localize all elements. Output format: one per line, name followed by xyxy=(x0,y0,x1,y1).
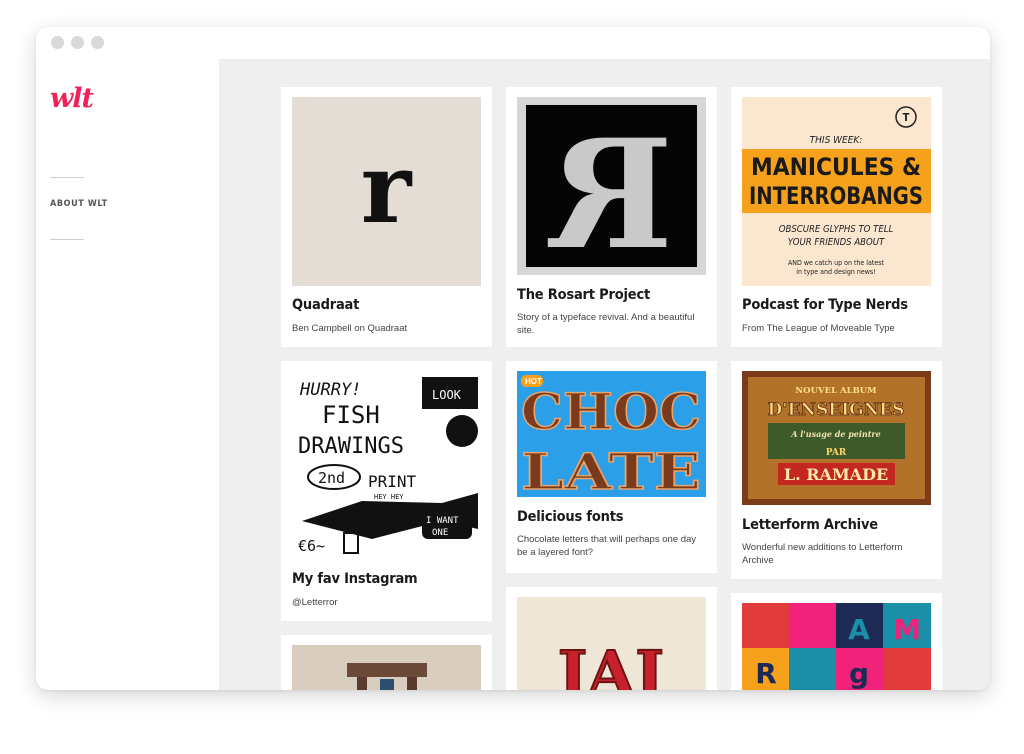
card-description: Chocolate letters that will perhaps one … xyxy=(517,534,697,558)
sidebar: wlt ABOUT WLT xyxy=(36,59,219,690)
window-minimize-dot[interactable] xyxy=(71,36,84,49)
browser-window: wlt ABOUT WLT r Quadraat Ben Campbell on… xyxy=(36,27,990,690)
price-text: €6~ xyxy=(298,537,325,555)
card-thumbnail[interactable]: NOUVEL ALBUM D'ENSEIGNES A l'usage de pe… xyxy=(742,371,931,505)
sub-1: OBSCURE GLYPHS TO TELL xyxy=(779,224,894,235)
card-title[interactable]: Delicious fonts xyxy=(517,509,624,525)
one-text: ONE xyxy=(432,528,448,538)
want-text: I WANT xyxy=(426,516,459,526)
card-title[interactable]: Quadraat xyxy=(292,297,359,313)
headline-1: MANICULES & xyxy=(751,153,921,181)
archive-name: L. RAMADE xyxy=(784,465,888,484)
archive-top: NOUVEL ALBUM xyxy=(795,386,877,396)
window-close-dot[interactable] xyxy=(51,36,64,49)
card-thumbnail[interactable]: R xyxy=(517,97,706,275)
card-quadraat[interactable]: r Quadraat Ben Campbell on Quadraat xyxy=(281,87,492,347)
tile-letter-a: A xyxy=(848,613,870,646)
tile xyxy=(883,648,931,690)
card-thumbnail[interactable]: T THIS WEEK: MANICULES & INTERROBANGS OB… xyxy=(742,97,931,286)
window-titlebar xyxy=(36,27,990,59)
nav-link-about[interactable]: ABOUT WLT xyxy=(50,199,108,209)
tile-letter-r: R xyxy=(755,657,777,690)
card-title[interactable]: Podcast for Type Nerds xyxy=(742,297,908,313)
card-thumbnail[interactable] xyxy=(292,645,481,690)
site-logo[interactable]: wlt xyxy=(50,83,94,114)
stool-leg xyxy=(407,677,417,690)
card-description: @Letterror xyxy=(292,597,338,608)
choc-row-2: LATE xyxy=(521,442,701,497)
card-partial-3[interactable]: A M R g xyxy=(731,593,942,690)
figure-shape xyxy=(380,679,394,690)
fish-text: FISH xyxy=(322,401,380,429)
card-letterform-archive[interactable]: NOUVEL ALBUM D'ENSEIGNES A l'usage de pe… xyxy=(731,361,942,579)
card-title[interactable]: Letterform Archive xyxy=(742,517,878,533)
tile-letter-g: g xyxy=(849,657,869,690)
emblem-letter: T xyxy=(903,111,910,124)
cup-shape xyxy=(343,532,359,554)
archive-sub: A l'usage de peintre xyxy=(790,429,880,439)
blob-shape xyxy=(446,415,478,447)
card-title[interactable]: My fav Instagram xyxy=(292,571,418,587)
heyhey-text: HEY HEY xyxy=(374,493,404,501)
archive-par: PAR xyxy=(826,448,847,458)
tile xyxy=(789,603,836,648)
kicker-text: THIS WEEK: xyxy=(810,135,863,146)
look-text: LOOK xyxy=(432,388,462,402)
tile-letter-m: M xyxy=(893,613,921,646)
card-rosart[interactable]: R The Rosart Project Story of a typeface… xyxy=(506,87,717,347)
archive-mid: D'ENSEIGNES xyxy=(768,400,905,420)
ornate-word: JAI xyxy=(553,637,664,690)
card-description: Ben Campbell on Quadraat xyxy=(292,323,408,334)
glyph-r: r xyxy=(361,132,413,245)
foot-2: in type and design news! xyxy=(796,268,875,276)
foot-1: AND we catch up on the latest xyxy=(788,259,885,267)
card-thumbnail[interactable]: JAI xyxy=(517,597,706,690)
card-partial-2[interactable]: JAI xyxy=(506,587,717,690)
tile xyxy=(789,648,836,690)
choc-row-1: CHOC xyxy=(521,382,701,441)
sub-2: YOUR FRIENDS ABOUT xyxy=(788,237,885,248)
card-thumbnail[interactable]: HURRY! LOOK FISH DRAWINGS 2nd PRINT HEY … xyxy=(292,371,481,560)
tile xyxy=(742,603,789,648)
sidebar-divider-bottom xyxy=(50,239,84,240)
card-thumbnail[interactable]: HOT CHOC LATE xyxy=(517,371,706,497)
mirrored-glyph: R xyxy=(547,107,673,275)
stool-top xyxy=(347,663,427,677)
card-thumbnail[interactable]: r xyxy=(292,97,481,286)
content-grid: r Quadraat Ben Campbell on Quadraat HURR… xyxy=(219,59,990,690)
drawings-text: DRAWINGS xyxy=(298,434,404,459)
card-description: Wonderful new additions to Letterform Ar… xyxy=(742,542,903,566)
headline-2: INTERROBANGS xyxy=(749,182,923,210)
second-text: 2nd xyxy=(318,469,345,487)
card-chocolate[interactable]: HOT CHOC LATE Delicious fonts Chocolate … xyxy=(506,361,717,573)
print-text: PRINT xyxy=(368,472,417,491)
card-thumbnail[interactable]: A M R g xyxy=(742,603,931,690)
card-partial-1[interactable] xyxy=(281,635,492,690)
card-podcast[interactable]: T THIS WEEK: MANICULES & INTERROBANGS OB… xyxy=(731,87,942,347)
sidebar-divider-top xyxy=(50,177,84,178)
hurry-text: HURRY! xyxy=(299,380,361,400)
stool-leg xyxy=(357,677,367,690)
window-maximize-dot[interactable] xyxy=(91,36,104,49)
card-description: Story of a typeface revival. And a beaut… xyxy=(517,312,695,336)
card-instagram[interactable]: HURRY! LOOK FISH DRAWINGS 2nd PRINT HEY … xyxy=(281,361,492,621)
card-title[interactable]: The Rosart Project xyxy=(517,287,650,303)
card-description: From The League of Moveable Type xyxy=(742,323,895,334)
